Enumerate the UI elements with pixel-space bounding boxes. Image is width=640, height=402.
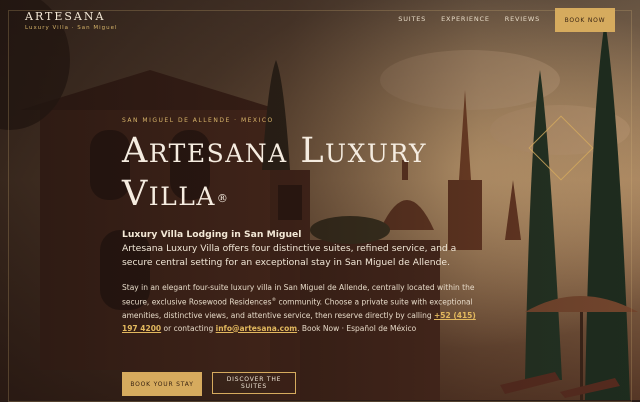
title-line-1: Artesana Luxury [122, 131, 428, 171]
book-your-stay-button[interactable]: BOOK YOUR STAY [122, 372, 202, 396]
lead-title: Luxury Villa Lodging in San Miguel [122, 229, 302, 240]
hero-content: SAN MIGUEL DE ALLENDE · MEXICO Artesana … [122, 117, 512, 335]
hero-cta-row: BOOK YOUR STAY DISCOVER THE SUITES [122, 372, 296, 396]
discover-suites-button[interactable]: DISCOVER THE SUITES [212, 372, 296, 394]
brand-logo[interactable]: ARTESANA Luxury Villa · San Miguel [25, 10, 118, 31]
desc-part-4: . Book Now · Español de México [297, 323, 417, 333]
nav-link-reviews[interactable]: REVIEWS [505, 15, 540, 23]
nav-link-suites[interactable]: SUITES [398, 15, 426, 23]
site-header: ARTESANA Luxury Villa · San Miguel SUITE… [0, 0, 640, 40]
hero-description: Stay in an elegant four-suite luxury vil… [122, 281, 487, 335]
nav-link-experience[interactable]: EXPERIENCE [441, 15, 490, 23]
book-now-button[interactable]: BOOK NOW [555, 8, 615, 32]
email-link[interactable]: info@artesana.com [216, 324, 297, 333]
main-nav: SUITES EXPERIENCE REVIEWS [398, 15, 540, 23]
desc-part-3: or contacting [161, 323, 216, 333]
location-eyebrow: SAN MIGUEL DE ALLENDE · MEXICO [122, 117, 274, 124]
registered-mark: ® [216, 192, 230, 205]
page-title: Artesana Luxury Villa® [122, 130, 512, 216]
brand-name: ARTESANA [25, 10, 106, 23]
title-line-2: Villa [122, 174, 216, 214]
brand-tagline: Luxury Villa · San Miguel [25, 25, 118, 31]
lead-body: Artesana Luxury Villa offers four distin… [122, 243, 457, 268]
